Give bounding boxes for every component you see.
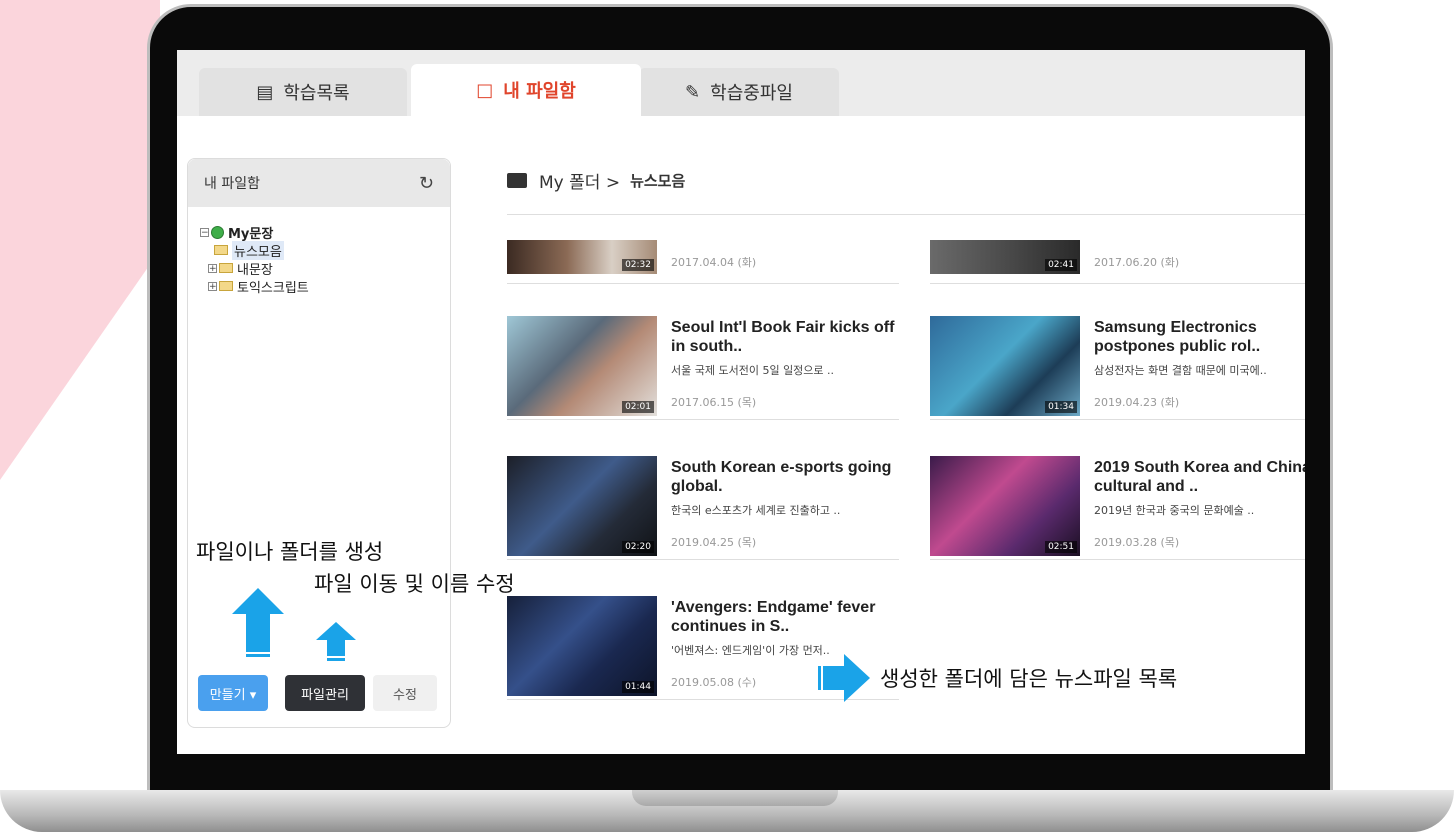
item-date: 2019.05.08 (수) — [671, 676, 757, 689]
make-button[interactable]: 만들기 ▾ — [198, 675, 268, 711]
breadcrumb-current: 뉴스모음 — [630, 172, 686, 190]
item-description: 한국의 e스포츠가 세계로 진출하고 .. — [671, 504, 841, 517]
item-title[interactable]: Samsung Electronics postpones public rol… — [1094, 318, 1305, 356]
folder-icon: □ — [476, 79, 494, 101]
item-title[interactable]: South Korean e-sports going global. — [671, 458, 899, 496]
arrow-right-icon — [818, 654, 870, 702]
arrow-up-icon — [232, 588, 284, 657]
decorative-pink-triangle — [0, 0, 160, 480]
item-description: 2019년 한국과 중국의 문화예술 .. — [1094, 504, 1255, 517]
item-description: 서울 국제 도서전이 5일 일정으로 .. — [671, 364, 835, 377]
item-date: 2019.04.23 (화) — [1094, 396, 1180, 409]
item-date: 2019.04.25 (목) — [671, 536, 757, 549]
duration-badge: 02:32 — [622, 259, 654, 271]
file-manage-button[interactable]: 파일관리 — [285, 675, 365, 711]
breadcrumb: My 폴더 > 뉴스모음 — [507, 168, 685, 193]
item-date: 2019.03.28 (목) — [1094, 536, 1180, 549]
tree-label: 뉴스모음 — [232, 240, 284, 260]
tree-node-my-sentences[interactable]: + 내문장 — [200, 259, 450, 278]
video-thumbnail[interactable]: 02:41 — [930, 240, 1080, 274]
tree-label: My문장 — [228, 226, 274, 242]
video-thumbnail[interactable]: 02:32 — [507, 240, 657, 274]
annotation-create: 파일이나 폴더를 생성 — [196, 540, 384, 564]
folder-tree: − My문장 뉴스모음 + 내문장 + 토익스크립트 — [188, 207, 450, 296]
item-title[interactable]: Seoul Int'l Book Fair kicks off in south… — [671, 318, 899, 356]
pencil-icon: ✎ — [685, 81, 701, 103]
tree-node-root[interactable]: − My문장 — [200, 223, 450, 242]
tab-bar: ▤ 학습목록 ✎ 학습중파일 □ 내 파일함 — [177, 50, 1305, 116]
duration-badge: 02:51 — [1045, 541, 1077, 553]
duration-badge: 02:01 — [622, 401, 654, 413]
item-description: 삼성전자는 화면 결함 때문에 미국에.. — [1094, 364, 1267, 377]
arrow-up-icon — [316, 622, 356, 661]
video-thumbnail[interactable]: 01:44 — [507, 596, 657, 696]
tree-label: 내문장 — [237, 262, 273, 278]
news-item[interactable]: 02:01 Seoul Int'l Book Fair kicks off in… — [507, 292, 899, 420]
laptop-notch — [632, 790, 838, 806]
tab-study-list[interactable]: ▤ 학습목록 — [199, 68, 407, 116]
item-date: 2017.04.04 (화) — [671, 256, 757, 269]
sidebar-header: 내 파일함 ↻ — [188, 159, 450, 207]
globe-icon — [211, 225, 224, 239]
sidebar-title: 내 파일함 — [204, 176, 260, 192]
clipboard-icon: ▤ — [256, 81, 274, 103]
divider — [507, 214, 1305, 215]
video-thumbnail[interactable]: 01:34 — [930, 316, 1080, 416]
tab-my-files[interactable]: □ 내 파일함 — [411, 64, 641, 116]
tab-label: 내 파일함 — [503, 81, 576, 102]
expand-icon[interactable]: + — [208, 263, 217, 273]
tree-label: 토익스크립트 — [237, 280, 309, 296]
collapse-icon[interactable]: − — [200, 227, 209, 237]
folder-icon — [507, 173, 527, 188]
refresh-icon[interactable]: ↻ — [419, 173, 434, 194]
tab-studying-files[interactable]: ✎ 학습중파일 — [639, 68, 839, 116]
tab-label: 학습중파일 — [710, 83, 793, 104]
item-date: 2017.06.15 (목) — [671, 396, 757, 409]
tab-label: 학습목록 — [283, 83, 350, 104]
annotation-list: 생성한 폴더에 담은 뉴스파일 목록 — [880, 667, 1178, 691]
item-title[interactable]: 'Avengers: Endgame' fever continues in S… — [671, 598, 899, 636]
video-thumbnail[interactable]: 02:51 — [930, 456, 1080, 556]
folder-icon — [219, 281, 233, 291]
duration-badge: 01:34 — [1045, 401, 1077, 413]
news-item[interactable]: 02:51 2019 South Korea and China cultura… — [930, 432, 1305, 560]
edit-button[interactable]: 수정 — [373, 675, 437, 711]
duration-badge: 02:41 — [1045, 259, 1077, 271]
item-title[interactable]: 2019 South Korea and China cultural and … — [1094, 458, 1305, 496]
video-thumbnail[interactable]: 02:20 — [507, 456, 657, 556]
folder-icon — [214, 245, 228, 255]
tree-node-news[interactable]: 뉴스모음 — [200, 240, 450, 260]
item-date: 2017.06.20 (화) — [1094, 256, 1180, 269]
news-item[interactable]: 02:41 2017.06.20 (화) — [930, 240, 1305, 284]
duration-badge: 01:44 — [622, 681, 654, 693]
news-item[interactable]: 01:34 Samsung Electronics postpones publ… — [930, 292, 1305, 420]
breadcrumb-root[interactable]: My 폴더 > — [539, 168, 620, 193]
expand-icon[interactable]: + — [208, 281, 217, 291]
news-item[interactable]: 02:32 2017.04.04 (화) — [507, 240, 899, 284]
news-item[interactable]: 02:20 South Korean e-sports going global… — [507, 432, 899, 560]
folder-icon — [219, 263, 233, 273]
annotation-move: 파일 이동 및 이름 수정 — [314, 572, 515, 596]
tree-node-toeic[interactable]: + 토익스크립트 — [200, 277, 450, 296]
video-thumbnail[interactable]: 02:01 — [507, 316, 657, 416]
duration-badge: 02:20 — [622, 541, 654, 553]
